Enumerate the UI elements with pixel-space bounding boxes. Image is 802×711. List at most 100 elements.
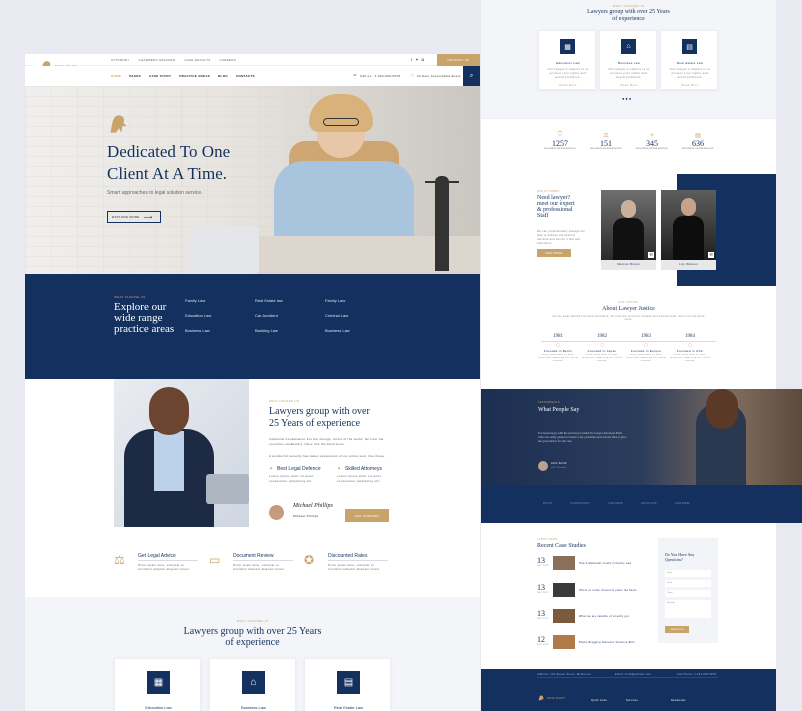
avatar <box>269 505 284 520</box>
stat-item: ▤ 636 BUSINESS REPRESENTED <box>675 132 721 150</box>
phone-field[interactable]: Phone <box>665 590 711 597</box>
case-post[interactable]: 13 DEC 2023 What we are capable of visua… <box>537 609 647 631</box>
feature-best-defence: Best Legal Defence <box>277 466 321 472</box>
clock-icon: ◷ <box>411 73 414 77</box>
team-section: OUR ATTORNEY Need lawyer? meet our exper… <box>481 173 776 286</box>
share-icon[interactable]: ⋲ <box>708 252 714 258</box>
about-title-line1: Lawyers group with over <box>269 406 370 417</box>
lion-emblem-icon <box>110 115 127 133</box>
team-member-card[interactable]: ⋲ Lily Watson <box>661 190 716 270</box>
nav-blog[interactable]: BLOG <box>218 74 228 78</box>
practice-item[interactable]: Real Estate law <box>255 298 325 303</box>
practice-title-line3: practice areas <box>114 323 175 335</box>
email-field[interactable]: Email <box>665 580 711 587</box>
nav-contacts[interactable]: CONTACTS <box>236 74 255 78</box>
nav-home[interactable]: HOME <box>111 74 121 78</box>
right-service-card-education[interactable]: ▦ Education Law Our lawyer's objects is … <box>538 30 596 90</box>
practice-eyebrow: WHAT CHOOSE US <box>114 295 146 299</box>
footer-address: Address: 123 Queen Street, Melbourne <box>537 673 592 676</box>
case-thumbnail <box>553 609 575 623</box>
read-more-link[interactable]: Read More <box>600 83 658 87</box>
check-icon: ✦ <box>269 466 274 472</box>
about-features: ✦ Best Legal Defence ✦ Skilled Attorneys… <box>269 465 389 497</box>
view-more-button[interactable]: VIEW MORE <box>537 249 571 257</box>
practice-item[interactable]: Business Law <box>185 328 255 333</box>
footer-brand[interactable]: NOVA RIGHT <box>547 697 565 700</box>
left-page: NOVA RIGHT ATTORNEY CHAMBERS SPEAKER CAS… <box>25 0 480 711</box>
hero-title-line2: Client At A Time. <box>107 164 227 183</box>
service-card-business[interactable]: ⌂ Business Law <box>209 658 296 711</box>
scales-icon: ⚖ <box>603 133 609 139</box>
practice-item[interactable]: Education Law <box>185 313 255 318</box>
practice-item[interactable]: Banking Law <box>255 328 325 333</box>
topbar-link-results[interactable]: CASE RESULTS <box>184 58 210 62</box>
right-service-card-business[interactable]: ⌂ Business Law Our lawyer's objects is t… <box>599 30 657 90</box>
services-section: WHAT CHOOSE US Lawyers group with over 2… <box>25 597 480 711</box>
social-icons[interactable]: f ✦ ◘ <box>411 57 425 62</box>
topbar-link-chambers[interactable]: CHAMBERS SPEAKER <box>138 58 175 62</box>
services-title-line1: Lawyers group with over 25 Years <box>183 626 322 637</box>
trophy-icon: ⛉ <box>557 132 563 138</box>
badge-icon: ✪ <box>304 553 315 567</box>
search-button[interactable]: ⌕ <box>463 66 480 86</box>
main-nav: HOME PAGES CASE STUDY PRACTICE AREAS BLO… <box>25 66 480 86</box>
practice-item[interactable]: Car Accident <box>255 313 325 318</box>
footer-col-quick-links: Quick Links <box>591 699 608 702</box>
history-item: 1984 ◻ Founded in USA Lorem ipsum dolor … <box>669 334 711 362</box>
team-member-card[interactable]: ⋲ Marcus Brown <box>601 190 656 270</box>
right-service-card-real-estate[interactable]: ▤ Real Estate Law Our lawyer's objects i… <box>660 30 718 90</box>
history-title: About Lawyer Justice <box>602 306 655 312</box>
carousel-dots[interactable]: ●●● <box>622 96 632 101</box>
case-post[interactable]: 13 DEC 2023 Offers to strike missed to p… <box>537 583 647 605</box>
question-form: Do You Have Any Questions? Name Email Ph… <box>658 538 718 643</box>
explore-more-button[interactable]: EXPLORE MORE ⟶ <box>107 211 161 223</box>
case-post[interactable]: 13 DEC 2023 How A Mediation Could in Fam… <box>537 556 647 578</box>
client-logo: LAW FIRM <box>674 501 690 505</box>
client-logo: ADVOCATE <box>640 501 657 505</box>
nav-phone: Call us : 1-234-000-5678 <box>360 74 401 78</box>
about-para1: Industrial Consultation For the wrongs, … <box>269 437 384 446</box>
top-bar: NOVA RIGHT ATTORNEY CHAMBERS SPEAKER CAS… <box>25 54 480 86</box>
feature-skilled-attorneys: Skilled Attorneys <box>345 466 382 472</box>
lion-logo-icon <box>538 695 544 701</box>
right-services: WHAT CHOOSE US Lawyers group with over 2… <box>481 0 776 118</box>
submit-button[interactable]: SUBMIT NOW <box>665 626 689 633</box>
services-title-line2: of experience <box>225 637 280 648</box>
case-thumbnail <box>553 635 575 649</box>
contact-us-button[interactable]: CONTACT US <box>437 54 480 66</box>
practice-item[interactable]: Business Law <box>325 328 395 333</box>
footer-col-newsletter: Newsletter <box>671 699 686 702</box>
read-more-link[interactable]: Read More <box>539 83 597 87</box>
case-post[interactable]: 12 DEC 2023 Books Bragging Domestic Viol… <box>537 635 647 657</box>
practice-item[interactable]: Family Law <box>185 298 255 303</box>
nav-hours: 24 Hour Accountable Everywhere <box>417 74 461 78</box>
practice-item[interactable]: Family Law <box>325 298 395 303</box>
practice-item[interactable]: Criminal Law <box>325 313 395 318</box>
topbar-link-careers[interactable]: CAREERS <box>220 58 237 62</box>
cases-section: LATEST NEWS Recent Case Studies 13 DEC 2… <box>481 523 776 669</box>
nav-practice-areas[interactable]: PRACTICE AREAS <box>179 74 210 78</box>
timeline-node-icon: ◻ <box>600 342 604 347</box>
practice-grid: Family Law Real Estate law Family Law Ed… <box>185 298 435 333</box>
nav-case-study[interactable]: CASE STUDY <box>149 74 171 78</box>
service-card-real-estate[interactable]: ▤ Real Estate Law <box>304 658 391 711</box>
share-icon[interactable]: ⋲ <box>648 252 654 258</box>
about-section: WHO CHOOSE US Lawyers group with over 25… <box>25 379 480 539</box>
nav-pages[interactable]: PAGES <box>129 74 141 78</box>
message-field[interactable]: Message <box>665 600 711 618</box>
team-eyebrow: OUR ATTORNEY <box>537 190 561 193</box>
topbar-link-attorney[interactable]: ATTORNEY <box>111 58 129 62</box>
hero-title-line1: Dedicated To One <box>107 142 231 161</box>
footer: Address: 123 Queen Street, Melbourne Ema… <box>481 669 776 711</box>
building-icon: ⌂ <box>242 671 265 694</box>
house-document-icon: ▤ <box>682 39 697 54</box>
hero: Dedicated To One Client At A Time. Smart… <box>25 86 480 274</box>
read-more-link[interactable]: Read More <box>661 83 719 87</box>
about-title-line2: 25 Years of experience <box>269 418 361 429</box>
right-services-eyebrow: WHAT CHOOSE US <box>612 4 645 8</box>
get-started-button[interactable]: GET STARTED <box>345 509 389 522</box>
stat-item: ⛉ 1257 BUSINESS REPRESENTED <box>537 132 583 150</box>
service-card-education[interactable]: ▦ Education Law <box>114 658 201 711</box>
name-field[interactable]: Name <box>665 570 711 577</box>
testimonial-title: What People Say <box>538 407 580 413</box>
